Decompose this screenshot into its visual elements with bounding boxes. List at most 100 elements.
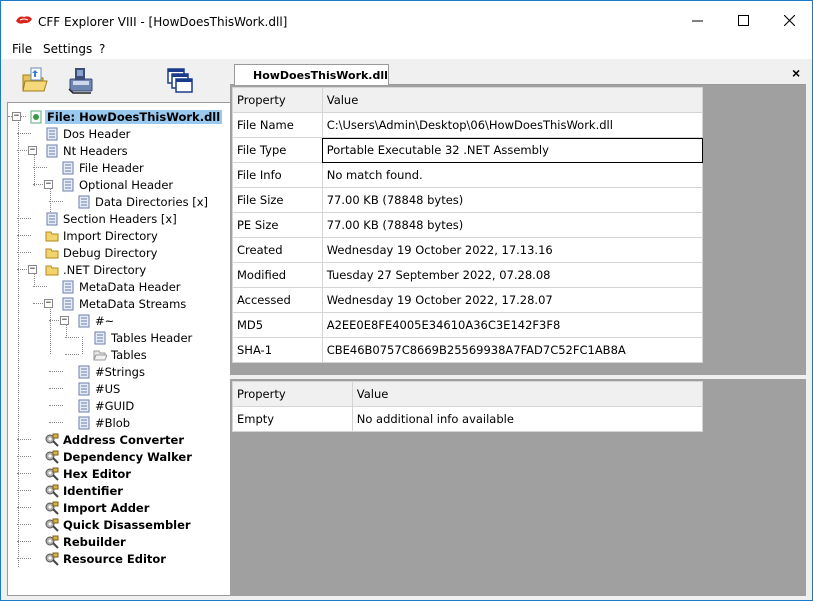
- property-cell[interactable]: SHA-1: [232, 337, 323, 363]
- value-cell[interactable]: Wednesday 19 October 2022, 17.28.07: [321, 287, 704, 313]
- info-grid[interactable]: Property Value Empty No additional info ava…: [232, 381, 704, 432]
- tool-icon: [45, 501, 59, 515]
- property-row[interactable]: Accessed Wednesday 19 October 2022, 17.28…: [232, 287, 704, 313]
- tree-connector: [17, 541, 31, 542]
- tree-item[interactable]: File: HowDoesThisWork.dll: [29, 108, 223, 125]
- tree-collapse-icon[interactable]: −: [60, 316, 69, 325]
- tree-item[interactable]: Dos Header: [45, 125, 132, 142]
- value-cell[interactable]: A2EE0E8FE4005E34610A36C3E142F3F8: [321, 312, 704, 338]
- property-cell[interactable]: Empty: [232, 406, 353, 432]
- tree-item[interactable]: Dependency Walker: [45, 448, 194, 465]
- tree-item[interactable]: File Header: [61, 159, 146, 176]
- value-cell[interactable]: No additional info available: [351, 406, 704, 432]
- tree-item[interactable]: Hex Editor: [45, 465, 133, 482]
- tree-item[interactable]: MetaData Header: [61, 278, 183, 295]
- tree-item[interactable]: MetaData Streams: [61, 295, 188, 312]
- tab-close-icon[interactable]: ×: [792, 65, 800, 81]
- tree-item[interactable]: #Strings: [77, 363, 147, 380]
- property-cell[interactable]: File Size: [232, 187, 323, 213]
- tree-item[interactable]: Section Headers [x]: [45, 210, 179, 227]
- property-row[interactable]: PE Size 77.00 KB (78848 bytes): [232, 212, 704, 238]
- tree-collapse-icon[interactable]: −: [44, 299, 53, 308]
- tree-connector: [17, 558, 31, 559]
- folder-icon: [45, 229, 59, 243]
- property-cell[interactable]: Accessed: [232, 287, 323, 313]
- tree-item[interactable]: #~: [77, 312, 116, 329]
- minimize-button[interactable]: [674, 1, 720, 39]
- save-disk-icon[interactable]: [65, 65, 95, 95]
- tree-item[interactable]: Resource Editor: [45, 550, 168, 567]
- tree-item-label: #Blob: [95, 415, 131, 430]
- tree-item[interactable]: Import Directory: [45, 227, 160, 244]
- tree-item[interactable]: #Blob: [77, 414, 132, 431]
- tree-item[interactable]: Identifier: [45, 482, 125, 499]
- property-cell[interactable]: PE Size: [232, 212, 323, 238]
- windows-icon[interactable]: [164, 65, 194, 95]
- column-header[interactable]: Value: [321, 87, 704, 113]
- property-cell[interactable]: Modified: [232, 262, 323, 288]
- tree-item[interactable]: Tables Header: [93, 329, 194, 346]
- property-row[interactable]: Created Wednesday 19 October 2022, 17.13.…: [232, 237, 704, 263]
- tree-item[interactable]: Debug Directory: [45, 244, 159, 261]
- structure-tree[interactable]: File: HowDoesThisWork.dll − Dos Header Nt H…: [7, 102, 231, 596]
- value-cell[interactable]: CBE46B0757C8669B25569938A7FAD7C52FC1AB8A: [321, 337, 704, 363]
- tree-item[interactable]: Tables: [93, 346, 149, 363]
- property-row[interactable]: File Info No match found.: [232, 162, 704, 188]
- properties-grid[interactable]: Property Value File Name C:\Users\Admin\Des…: [232, 87, 704, 363]
- open-folder-icon[interactable]: [19, 65, 49, 95]
- tree-item[interactable]: #US: [77, 380, 122, 397]
- tree-collapse-icon[interactable]: −: [44, 180, 53, 189]
- tree-item[interactable]: .NET Directory: [45, 261, 148, 278]
- tree-item-label: MetaData Header: [79, 279, 181, 294]
- property-cell[interactable]: File Type: [232, 137, 323, 163]
- tab-file[interactable]: HowDoesThisWork.dll: [234, 64, 389, 85]
- doc-icon: [45, 127, 59, 141]
- maximize-button[interactable]: [720, 1, 766, 39]
- tree-item[interactable]: Data Directories [x]: [77, 193, 210, 210]
- property-row[interactable]: File Type Portable Executable 32 .NET Ass…: [232, 137, 704, 163]
- grid-splitter[interactable]: [230, 375, 806, 379]
- tree-item[interactable]: Address Converter: [45, 431, 186, 448]
- tree-item[interactable]: Rebuilder: [45, 533, 128, 550]
- property-cell[interactable]: File Name: [232, 112, 323, 138]
- value-cell[interactable]: Tuesday 27 September 2022, 07.28.08: [321, 262, 704, 288]
- property-cell[interactable]: File Info: [232, 162, 323, 188]
- property-row[interactable]: Modified Tuesday 27 September 2022, 07.28…: [232, 262, 704, 288]
- tree-item-label: Dos Header: [63, 126, 131, 141]
- tree-connector: [33, 286, 47, 287]
- property-cell[interactable]: Created: [232, 237, 323, 263]
- value-cell[interactable]: Portable Executable 32 .NET Assembly: [321, 137, 704, 163]
- value-cell[interactable]: 77.00 KB (78848 bytes): [321, 187, 704, 213]
- value-cell[interactable]: C:\Users\Admin\Desktop\06\HowDoesThisWor…: [321, 112, 704, 138]
- column-header[interactable]: Value: [351, 381, 704, 407]
- title-bar[interactable]: CFF Explorer VIII - [HowDoesThisWork.dll…: [1, 1, 812, 39]
- tree-item[interactable]: Optional Header: [61, 176, 175, 193]
- info-row[interactable]: Empty No additional info available: [232, 406, 704, 432]
- property-row[interactable]: File Size 77.00 KB (78848 bytes): [232, 187, 704, 213]
- column-header[interactable]: Property: [232, 381, 353, 407]
- tree-item[interactable]: Import Adder: [45, 499, 151, 516]
- column-header[interactable]: Property: [232, 87, 323, 113]
- tree-item[interactable]: Nt Headers: [45, 142, 130, 159]
- property-cell[interactable]: MD5: [232, 312, 323, 338]
- tree-collapse-icon[interactable]: −: [12, 112, 21, 121]
- property-row[interactable]: File Name C:\Users\Admin\Desktop\06\HowDo…: [232, 112, 704, 138]
- tree-connector: [49, 388, 63, 389]
- property-row[interactable]: MD5 A2EE0E8FE4005E34610A36C3E142F3F8: [232, 312, 704, 338]
- value-cell[interactable]: No match found.: [321, 162, 704, 188]
- tree-item-label: Import Adder: [63, 500, 150, 515]
- tree-item-label: #Strings: [95, 364, 145, 379]
- tree-connector: [17, 235, 31, 236]
- property-row[interactable]: SHA-1 CBE46B0757C8669B25569938A7FAD7C52FC…: [232, 337, 704, 363]
- tree-item[interactable]: Quick Disassembler: [45, 516, 193, 533]
- menu-file[interactable]: File: [12, 42, 32, 56]
- tree-collapse-icon[interactable]: −: [28, 146, 37, 155]
- value-cell[interactable]: 77.00 KB (78848 bytes): [321, 212, 704, 238]
- tree-item[interactable]: #GUID: [77, 397, 136, 414]
- tree-collapse-icon[interactable]: −: [28, 265, 37, 274]
- menu-settings[interactable]: Settings: [43, 42, 92, 56]
- menu-help[interactable]: ?: [99, 42, 105, 56]
- value-cell[interactable]: Wednesday 19 October 2022, 17.13.16: [321, 237, 704, 263]
- tool-icon: [45, 467, 59, 481]
- close-button[interactable]: [766, 1, 812, 39]
